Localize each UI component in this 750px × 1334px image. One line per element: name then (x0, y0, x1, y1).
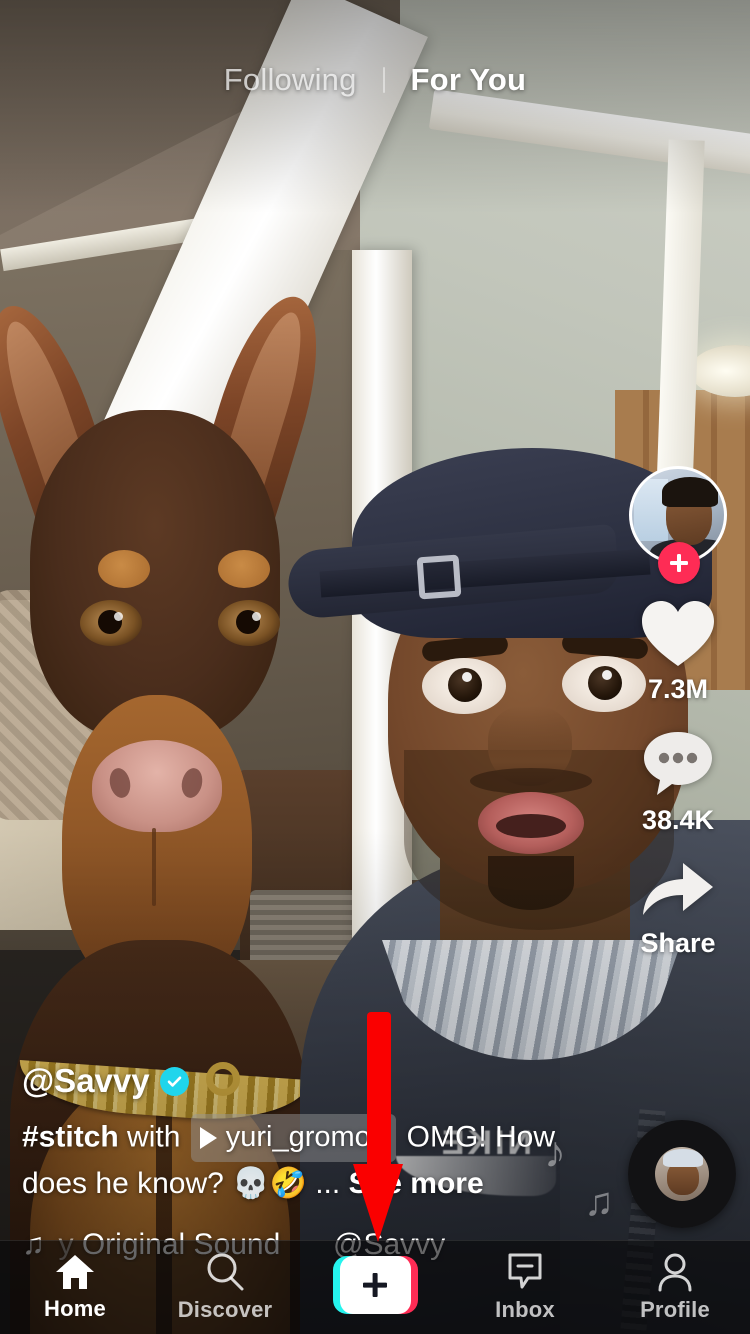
album-art-cap (663, 1149, 703, 1167)
avatar-with-follow[interactable] (629, 466, 727, 584)
video-caption: @Savvy #stitch with yuri_gromov OMG! How… (22, 1062, 582, 1206)
dog-eye-left (80, 600, 142, 646)
search-icon (207, 1253, 244, 1291)
home-icon (56, 1255, 94, 1289)
heart-icon (642, 601, 714, 666)
man-eye-left (422, 658, 506, 714)
nav-item-create[interactable] (300, 1241, 450, 1334)
dog-eye-right (218, 600, 280, 646)
share-label: Share (640, 928, 716, 958)
nav-label-home: Home (44, 1296, 106, 1321)
comment-button[interactable]: 38.4K (641, 729, 715, 836)
person-icon (658, 1253, 692, 1292)
nav-label-discover: Discover (177, 1297, 273, 1322)
play-icon (199, 1126, 217, 1149)
nav-label-profile: Profile (640, 1297, 710, 1322)
share-button[interactable]: Share (639, 860, 717, 959)
red-down-arrow-annotation (353, 1012, 403, 1242)
create-button[interactable] (332, 1256, 418, 1314)
avatar-hair (662, 477, 718, 507)
creator-handle[interactable]: @Savvy (22, 1062, 150, 1100)
share-icon (643, 863, 713, 915)
vinyl-disc (628, 1120, 736, 1228)
check-icon (167, 1076, 181, 1087)
tab-separator (382, 67, 385, 93)
caption-text[interactable]: #stitch with yuri_gromov OMG! How does h… (22, 1114, 582, 1206)
arrow-head (353, 1164, 403, 1242)
inbox-icon (508, 1253, 542, 1289)
caption-emojis: 💀🤣 (232, 1166, 307, 1200)
follow-button[interactable] (658, 542, 700, 584)
verified-badge-icon (159, 1066, 189, 1096)
album-art (655, 1147, 709, 1201)
bottom-navigation-bar: Home Discover Inbox Profile (0, 1240, 750, 1334)
music-disc-button[interactable]: ♪ ♫ (544, 1120, 736, 1228)
nav-item-profile[interactable]: Profile (600, 1241, 750, 1334)
dog-lip-line (152, 828, 156, 906)
hashtag-stitch[interactable]: #stitch (22, 1121, 119, 1154)
tab-for-you[interactable]: For You (411, 62, 527, 98)
like-button[interactable]: 7.3M (639, 598, 717, 705)
tab-following[interactable]: Following (224, 62, 357, 98)
feed-tabs: Following For You (0, 62, 750, 98)
arrow-shaft (367, 1012, 391, 1180)
music-note-floating-2: ♫ (584, 1180, 614, 1224)
nav-item-discover[interactable]: Discover (150, 1241, 300, 1334)
like-count: 7.3M (647, 674, 709, 704)
man-goatee (488, 856, 574, 910)
caption-ellipsis: ... (315, 1166, 341, 1200)
action-rail: 7.3M 38.4K Share (620, 466, 736, 983)
dog-brow-right (218, 550, 270, 588)
plus-icon (363, 1273, 387, 1297)
cap-buckle (416, 554, 462, 600)
man-open-mouth (478, 792, 584, 854)
create-button-face (339, 1256, 411, 1314)
man-mustache (470, 768, 592, 794)
comment-icon (644, 732, 712, 795)
caption-with-word: with (127, 1120, 181, 1154)
nav-label-inbox: Inbox (495, 1297, 555, 1322)
dog-brow-left (98, 550, 150, 588)
nav-item-home[interactable]: Home (0, 1241, 150, 1334)
creator-handle-row[interactable]: @Savvy (22, 1062, 582, 1100)
tiktok-feed-screen: NIKE Following For You 7.3M 38.4K Share … (0, 0, 750, 1334)
plus-icon (670, 554, 688, 572)
nav-item-inbox[interactable]: Inbox (450, 1241, 600, 1334)
comment-count: 38.4K (641, 805, 715, 835)
